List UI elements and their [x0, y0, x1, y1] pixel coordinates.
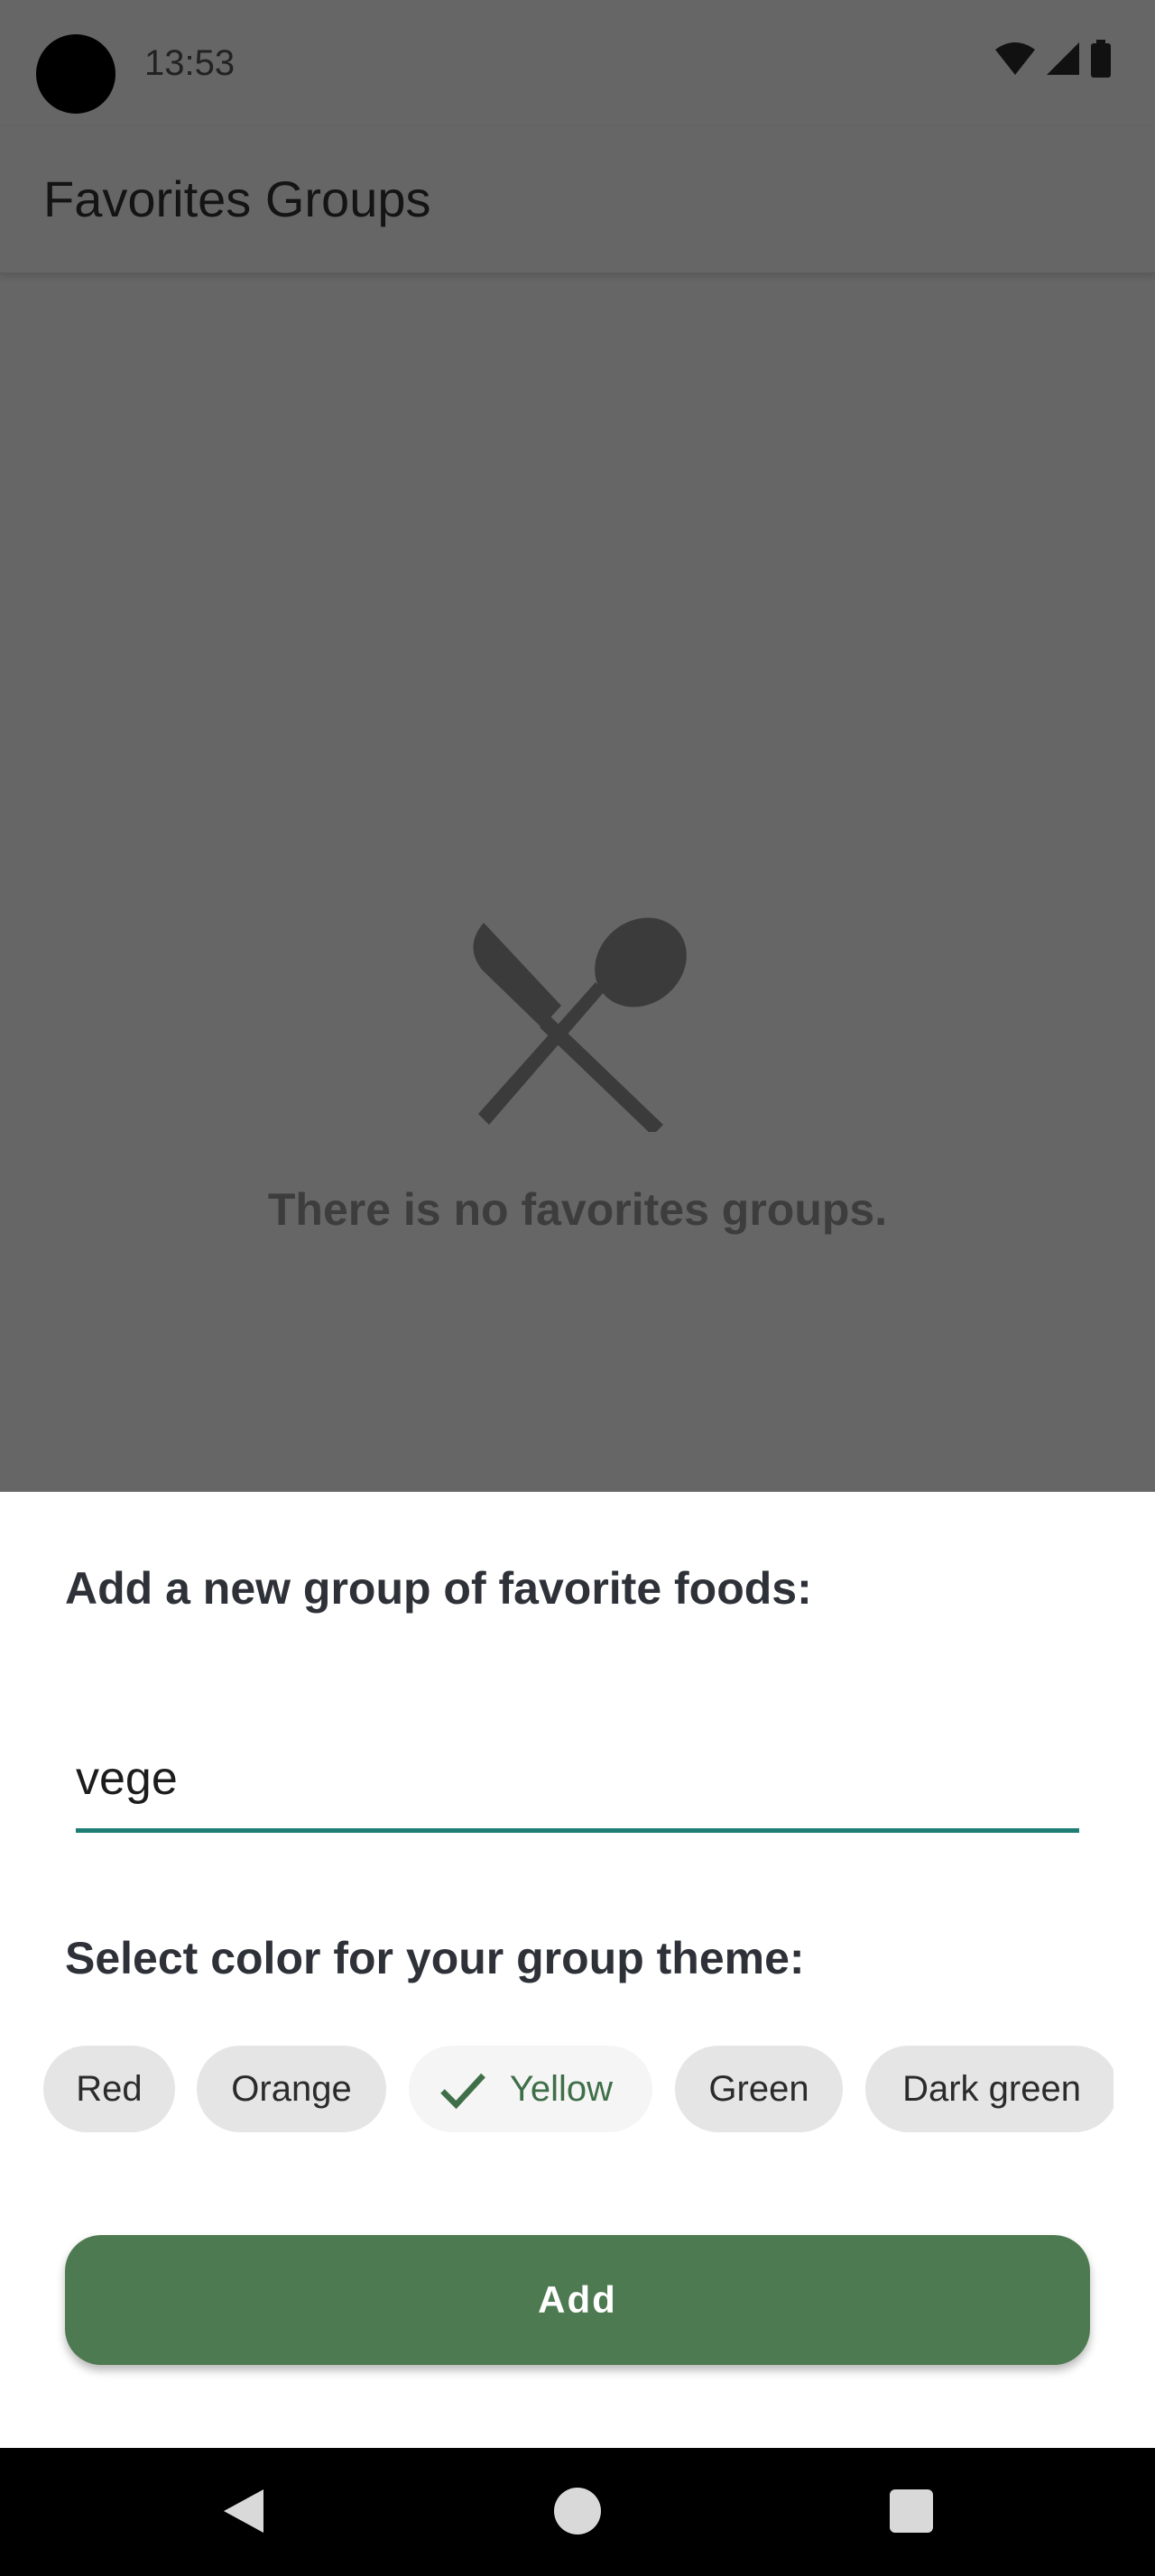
app-bar: Favorites Groups — [0, 126, 1155, 274]
system-nav-bar — [0, 2448, 1155, 2576]
camera-cutout — [36, 34, 116, 114]
chip-label: Green — [708, 2068, 809, 2109]
status-bar: 13:53 — [0, 0, 1155, 126]
sheet-title: Add a new group of favorite foods: — [65, 1563, 812, 1614]
group-name-field[interactable] — [76, 1734, 1079, 1833]
empty-state-message: There is no favorites groups. — [267, 1184, 888, 1235]
chip-label: Orange — [231, 2068, 352, 2109]
chip-orange[interactable]: Orange — [197, 2046, 386, 2132]
chip-yellow[interactable]: Yellow — [409, 2046, 652, 2132]
add-group-sheet: Add a new group of favorite foods: Selec… — [0, 1492, 1155, 2448]
wifi-icon — [995, 42, 1035, 75]
group-name-input[interactable] — [76, 1734, 1079, 1824]
check-icon — [440, 2073, 485, 2110]
chip-green[interactable]: Green — [675, 2046, 843, 2132]
back-icon[interactable] — [217, 2484, 271, 2538]
home-icon[interactable] — [550, 2484, 605, 2538]
recents-icon[interactable] — [884, 2484, 938, 2538]
status-time: 13:53 — [144, 43, 236, 83]
battery-icon — [1091, 40, 1111, 78]
signal-icon — [1047, 42, 1079, 75]
chip-label: Red — [76, 2068, 143, 2109]
chip-dark-green[interactable]: Dark green — [865, 2046, 1113, 2132]
chip-label: Yellow — [509, 2068, 614, 2109]
color-chip-group: Red Orange Yellow Green Dark green — [43, 2046, 1113, 2136]
color-section-title: Select color for your group theme: — [65, 1933, 805, 1983]
chip-label: Dark green — [902, 2068, 1081, 2109]
add-button[interactable]: Add — [65, 2235, 1090, 2365]
chip-red[interactable]: Red — [43, 2046, 175, 2132]
cutlery-icon — [473, 917, 687, 1132]
status-icons — [994, 40, 1112, 78]
page-title: Favorites Groups — [43, 170, 431, 227]
